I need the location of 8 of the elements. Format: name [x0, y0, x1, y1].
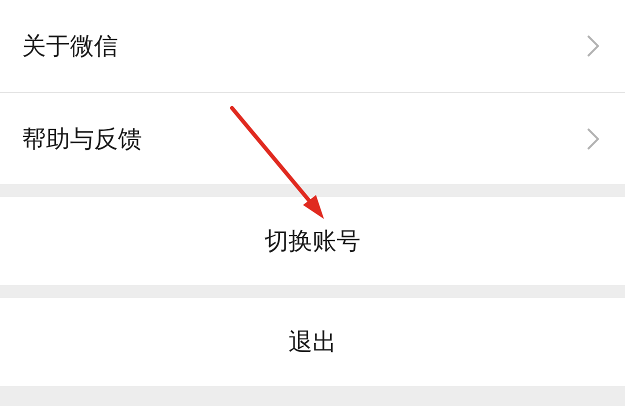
- chevron-icon: [587, 128, 599, 150]
- chevron-icon: [587, 35, 599, 57]
- action-button[interactable]: 退出: [288, 324, 336, 360]
- action-button[interactable]: 切换账号: [264, 223, 360, 259]
- settings-row[interactable]: 帮助与反馈: [0, 92, 625, 184]
- row-label: 帮助与反馈: [22, 124, 142, 154]
- row-label: 关于微信: [22, 31, 118, 62]
- settings-row[interactable]: 关于微信: [0, 0, 625, 92]
